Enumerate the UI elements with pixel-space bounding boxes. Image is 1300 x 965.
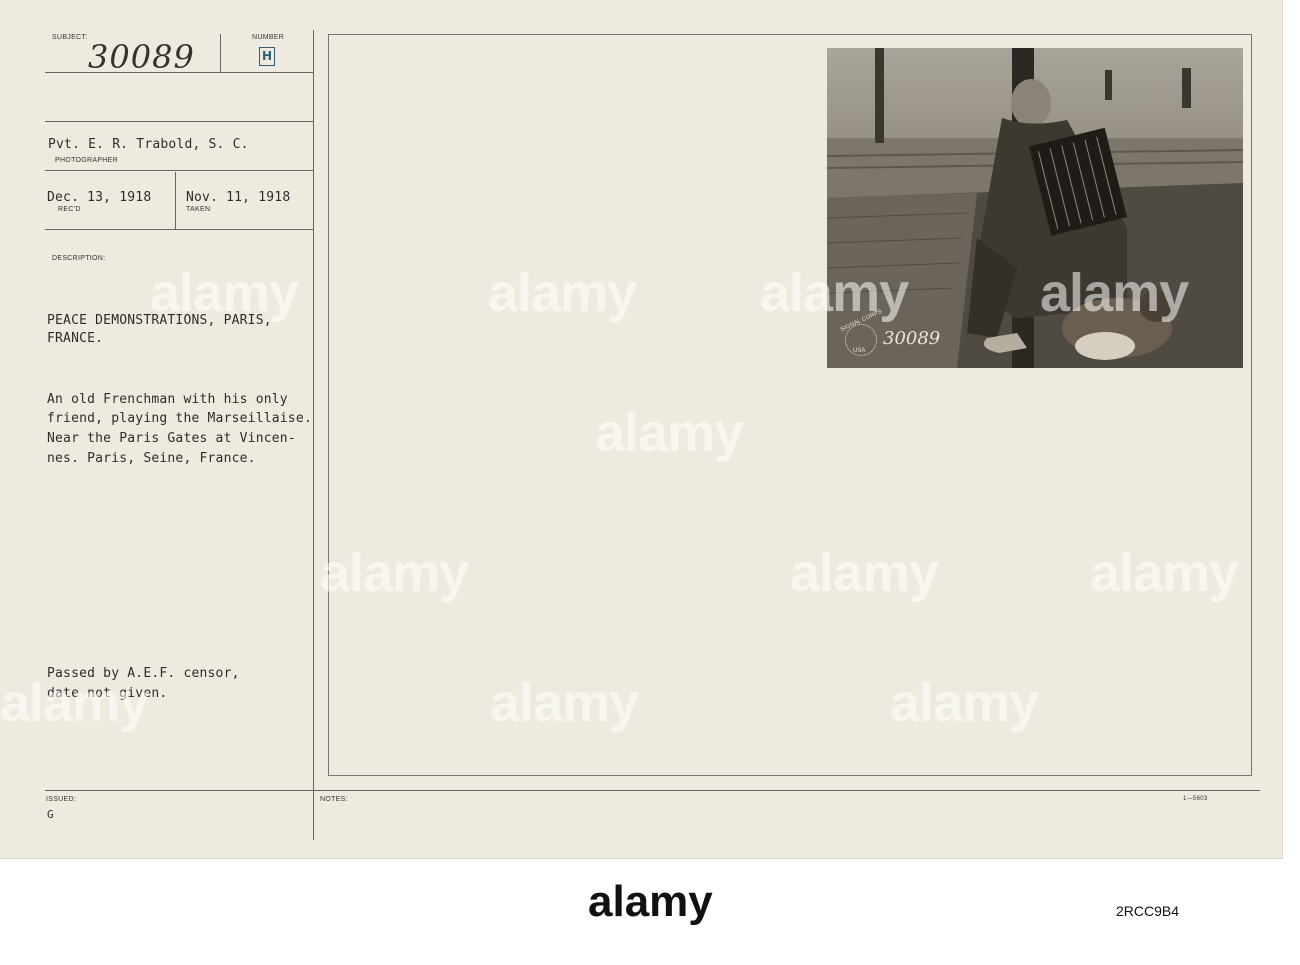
- description-line: friend, playing the Marseillaise.: [47, 411, 312, 426]
- issued-label: ISSUED:: [46, 796, 77, 803]
- stock-logo: alamy: [588, 877, 713, 926]
- photographer-label: PHOTOGRAPHER: [55, 157, 118, 164]
- issued-value: G: [47, 808, 54, 821]
- received-label: REC'D: [58, 206, 81, 213]
- description-line: FRANCE.: [47, 331, 104, 346]
- watermark: alamy: [490, 673, 639, 733]
- taken-date: Nov. 11, 1918: [186, 190, 291, 205]
- divider: [45, 170, 313, 171]
- description-line: nes. Paris, Seine, France.: [47, 451, 256, 466]
- watermark: alamy: [1090, 543, 1239, 603]
- divider: [45, 121, 313, 122]
- taken-label: TAKEN: [186, 206, 211, 213]
- notes-label: NOTES:: [320, 796, 348, 803]
- photographer-name: Pvt. E. R. Trabold, S. C.: [48, 137, 249, 152]
- divider: [45, 229, 313, 230]
- divider: [220, 34, 221, 72]
- watermark: alamy: [488, 263, 637, 323]
- description-label: DESCRIPTION:: [52, 255, 106, 262]
- number-label: NUMBER: [252, 34, 285, 41]
- divider: [45, 790, 1260, 791]
- watermark: alamy: [595, 403, 744, 463]
- photo-number: 30089: [883, 328, 941, 349]
- description-line: Near the Paris Gates at Vincen-: [47, 431, 296, 446]
- divider: [175, 172, 176, 229]
- watermark: alamy: [760, 263, 909, 323]
- image-id: 2RCC9B4: [1116, 903, 1180, 919]
- watermark: alamy: [890, 673, 1039, 733]
- watermark: alamy: [0, 673, 149, 733]
- description-line: An old Frenchman with his only: [47, 392, 288, 407]
- watermark: alamy: [320, 543, 469, 603]
- watermark: alamy: [150, 263, 299, 323]
- watermark: alamy: [790, 543, 939, 603]
- divider: [313, 30, 314, 840]
- stamp-sub: USA: [853, 348, 866, 354]
- form-code: 1—5603: [1183, 796, 1208, 802]
- photo-record-card: SUBJECT: 30089 NUMBER H Pvt. E. R. Trabo…: [0, 0, 1283, 859]
- subject-label: SUBJECT:: [52, 34, 88, 41]
- received-date: Dec. 13, 1918: [47, 190, 152, 205]
- watermark: alamy: [1040, 263, 1189, 323]
- number-letter-stamp: H: [259, 47, 275, 66]
- subject-number: 30089: [88, 38, 195, 76]
